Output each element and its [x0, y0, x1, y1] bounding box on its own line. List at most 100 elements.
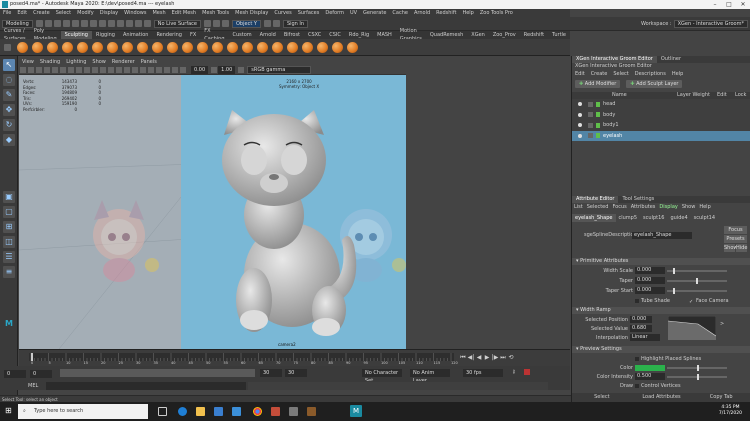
scale-tool-icon[interactable]: ◆ [3, 134, 15, 146]
repeat-tool-icon[interactable] [137, 41, 148, 53]
gamma-field[interactable]: 1.00 [218, 66, 236, 74]
expand-icon[interactable] [588, 133, 593, 138]
safe-action-icon[interactable] [84, 67, 90, 73]
play-back-icon[interactable]: ◀ [475, 354, 483, 362]
menu-surfaces[interactable]: Surfaces [298, 9, 320, 17]
panel-menu-show[interactable]: Show [92, 59, 106, 66]
shelf-tab-bifrost[interactable]: Bifrost [280, 31, 304, 39]
color-intensity-field[interactable]: 0.500 [635, 373, 665, 380]
snap-surface-icon[interactable] [134, 20, 142, 27]
relax-tool-icon[interactable] [47, 41, 58, 53]
ae-menu-show[interactable]: Show [682, 203, 696, 211]
range-slider[interactable] [60, 369, 255, 377]
ae-menu-selected[interactable]: Selected [587, 203, 609, 211]
ae-menu-display[interactable]: Display [659, 203, 677, 211]
visibility-icon[interactable] [578, 112, 582, 117]
node-tab-clump5[interactable]: clump5 [616, 214, 641, 222]
select-component-icon[interactable] [98, 20, 106, 27]
taskbar-search-box[interactable]: ⌕ Type here to search [18, 404, 148, 419]
shelf-tab-mash[interactable]: MASH [373, 31, 396, 39]
taper-field[interactable]: 0.000 [635, 277, 665, 284]
select-hierarchy-icon[interactable] [80, 20, 88, 27]
add-sculpt-layer-button[interactable]: ✚ Add Sculpt Layer [626, 79, 683, 88]
spline-description-field[interactable]: eyelash_Shape [632, 232, 692, 239]
play-forward-icon[interactable]: ▶ [483, 354, 491, 362]
history-icon[interactable] [143, 20, 151, 27]
menu-generate[interactable]: Generate [363, 9, 386, 17]
unmask-tool-icon[interactable] [332, 41, 343, 53]
render-settings-icon[interactable] [222, 20, 229, 27]
color-mgmt-icon[interactable] [180, 67, 186, 73]
menu-edit-mesh[interactable]: Edit Mesh [172, 9, 196, 17]
photos-icon[interactable] [271, 407, 280, 416]
xgen-menu-descriptions[interactable]: Descriptions [635, 70, 666, 78]
chrome-icon[interactable] [253, 407, 262, 416]
new-scene-icon[interactable] [35, 20, 43, 27]
load-attributes-button[interactable]: Load Attributes [632, 393, 692, 402]
select-button[interactable]: Select [572, 393, 632, 402]
file-explorer-icon[interactable] [196, 407, 205, 416]
xgen-menu-help[interactable]: Help [672, 70, 683, 78]
bulge-tool-icon[interactable] [242, 41, 253, 53]
node-tab-guide4[interactable]: guide4 [667, 214, 690, 222]
shelf-tab-redshift[interactable]: Redshift [520, 31, 548, 39]
shelf-tab-arnold[interactable]: Arnold [256, 31, 280, 39]
workspace-dropdown[interactable]: XGen - Interactive Groom* [673, 19, 748, 28]
shelf-tab-csxc[interactable]: CSXC [304, 31, 325, 39]
start-time-field[interactable]: 0 [4, 369, 26, 378]
wireframe-on-shaded-icon[interactable] [108, 67, 114, 73]
outliner-item-body[interactable]: body [572, 110, 750, 120]
channel-box-icon[interactable] [272, 20, 280, 27]
outliner-item-body1[interactable]: body1 [572, 120, 750, 130]
live-surface-field[interactable]: No Live Surface [153, 19, 201, 28]
render-icon[interactable] [204, 20, 211, 27]
shelf-tab-rigging[interactable]: Rigging [92, 31, 119, 39]
tube-shade-checkbox[interactable] [635, 299, 639, 303]
sign-in-dropdown[interactable]: Sign In [282, 19, 309, 28]
xgen-menu-select[interactable]: Select [613, 70, 628, 78]
node-tab-eyelash-shape[interactable]: eyelash_Shape [572, 214, 616, 222]
menu-mesh-tools[interactable]: Mesh Tools [202, 9, 229, 17]
shelf-tab-xgen[interactable]: XGen [467, 31, 489, 39]
xgen-menu-create[interactable]: Create [591, 70, 608, 78]
menu-modify[interactable]: Modify [77, 9, 94, 17]
shelf-tab-animation[interactable]: Animation [119, 31, 153, 39]
expand-icon[interactable] [588, 122, 593, 128]
shelf-tab-zoo-prov[interactable]: Zoo_Prov [489, 31, 520, 39]
hide-button[interactable]: Hide [736, 244, 747, 252]
face-camera-checkbox[interactable]: ✓ [689, 298, 693, 306]
ae-menu-help[interactable]: Help [699, 203, 710, 211]
go-start-icon[interactable]: ⏮ [459, 354, 467, 362]
wax-tool-icon[interactable] [167, 41, 178, 53]
outliner-item-head[interactable]: head [572, 99, 750, 109]
shelf-tab-turtle[interactable]: Turtle [548, 31, 570, 39]
menu-arnold[interactable]: Arnold [414, 9, 430, 17]
show-button[interactable]: Show [724, 244, 738, 252]
snap-grid-icon[interactable] [107, 20, 115, 27]
task-view-icon[interactable] [158, 407, 167, 416]
minimize-icon[interactable]: – [708, 0, 722, 9]
menu-redshift[interactable]: Redshift [436, 9, 456, 17]
redo-icon[interactable] [71, 20, 79, 27]
shelf-tab-rdo-rig[interactable]: Rdo_Rig [345, 31, 373, 39]
move-tool-icon[interactable]: ✥ [3, 104, 15, 116]
scrape-tool-icon[interactable] [182, 41, 193, 53]
exposure-field[interactable]: 0.00 [191, 66, 209, 74]
lights-icon[interactable] [124, 67, 130, 73]
width-ramp-section[interactable]: ▾ Width Ramp [572, 307, 750, 314]
control-vertices-checkbox[interactable] [635, 384, 639, 388]
undo-icon[interactable] [62, 20, 70, 27]
shelf-tab-quadremesh[interactable]: QuadRemesh [426, 31, 467, 39]
view-transform-dropdown[interactable]: sRGB gamma [247, 66, 312, 74]
menu-zoo-tools-pro[interactable]: Zoo Tools Pro [480, 9, 513, 17]
panel-menu-lighting[interactable]: Lighting [66, 59, 86, 66]
maya-task-icon[interactable]: M [350, 405, 362, 417]
layout-single-icon[interactable]: ▢ [3, 206, 15, 218]
menu-uv[interactable]: UV [350, 9, 357, 17]
close-icon[interactable]: ✕ [736, 0, 750, 9]
xray-icon[interactable] [164, 67, 170, 73]
menu-display[interactable]: Display [100, 9, 118, 17]
preview-settings-section[interactable]: ▾ Preview Settings [572, 346, 750, 353]
end-time-field[interactable]: 30 [285, 369, 307, 377]
smear-tool-icon[interactable] [227, 41, 238, 53]
